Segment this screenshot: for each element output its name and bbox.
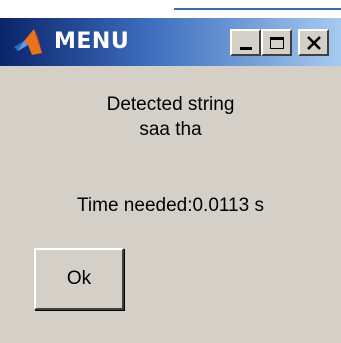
title-bar[interactable]: MENU <box>0 18 341 66</box>
time-needed-text: Time needed:0.0113 s <box>77 195 264 216</box>
minimize-icon <box>239 47 252 50</box>
maximize-icon <box>269 36 284 49</box>
matlab-logo-icon <box>14 29 42 55</box>
detected-string-value: saa tha <box>139 119 202 140</box>
dialog-window: MENU Detected string saa tha Time needed… <box>0 0 341 343</box>
detected-string-label: Detected string <box>106 94 235 115</box>
ok-button[interactable]: Ok <box>34 248 124 310</box>
minimize-button[interactable] <box>230 29 261 56</box>
close-icon <box>306 35 321 50</box>
dialog-content: Detected string saa tha Time needed:0.01… <box>0 66 341 343</box>
maximize-button[interactable] <box>261 29 292 56</box>
close-button[interactable] <box>298 29 329 56</box>
window-title: MENU <box>54 29 130 54</box>
background-window-edge <box>174 0 341 10</box>
